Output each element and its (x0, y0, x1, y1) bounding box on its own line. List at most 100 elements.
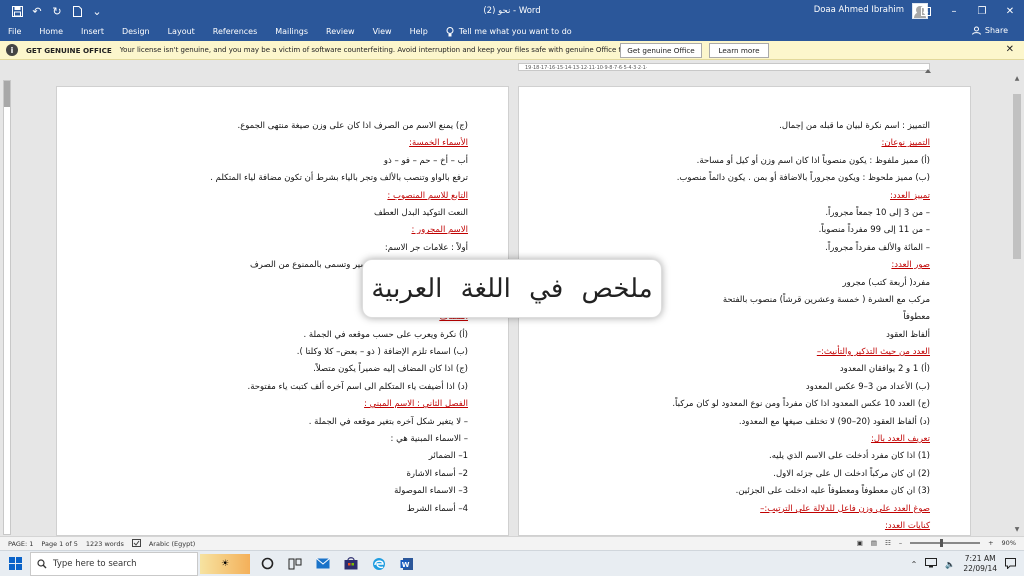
window-controls: – ❐ ✕ (912, 0, 1024, 22)
indent-marker[interactable] (925, 69, 931, 73)
tab-mailings[interactable]: Mailings (275, 27, 308, 36)
text-line: ألفاظ العقود (886, 329, 930, 340)
vertical-ruler[interactable] (3, 80, 11, 535)
section-heading: التابع للاسم المنصوب : (387, 190, 468, 201)
section-heading: تعريف العدد بال: (870, 434, 930, 445)
tab-review[interactable]: Review (326, 27, 355, 36)
vertical-scrollbar[interactable]: ▲ ▼ (1012, 74, 1022, 535)
tell-me-box[interactable]: Tell me what you want to do (446, 26, 572, 37)
redo-icon[interactable]: ↻ (48, 2, 66, 20)
notifications-icon[interactable] (1005, 557, 1016, 571)
section-heading: التمييز نوعان: (881, 138, 930, 149)
text-line: 3– الاسماء الموصولة (394, 486, 468, 497)
chevron-up-icon[interactable]: ⌃ (911, 560, 918, 569)
volume-icon[interactable]: 🔈 (945, 560, 955, 569)
license-warning-bar: i GET GENUINE OFFICE Your license isn't … (0, 41, 1024, 60)
close-license-icon[interactable]: ✕ (1006, 44, 1014, 55)
new-doc-icon[interactable] (68, 2, 86, 20)
text-line: (د) ألفاظ العقود (20–90) لا تختلف صيغها … (738, 416, 930, 427)
text-line: (د) اذا أضيفت ياء المتكلم الى اسم آخره أ… (247, 381, 468, 392)
clock[interactable]: 7:21 AM 22/09/14 (963, 554, 997, 574)
tab-design[interactable]: Design (122, 27, 150, 36)
share-label: Share (984, 26, 1008, 35)
scroll-down-icon[interactable]: ▼ (1012, 525, 1022, 535)
text-line: – لا يتغير شكل آخره بتغير موقعه في الجمل… (308, 416, 468, 427)
text-line: النعت التوكيد البدل العطف (373, 207, 468, 218)
tab-file[interactable]: File (8, 27, 21, 36)
license-message: Your license isn't genuine, and you may … (119, 46, 640, 54)
horizontal-ruler[interactable]: 19·18·17·16·15·14·13·12·11·10·9·8·7·6·5·… (0, 60, 1024, 74)
windows-taskbar: Type here to search ☀ W ⌃ 🔈 7:21 AM 22/0… (0, 550, 1024, 576)
status-page-of[interactable]: Page 1 of 5 (41, 540, 77, 548)
zoom-level[interactable]: 90% (1002, 539, 1016, 547)
svg-text:W: W (402, 560, 410, 568)
status-page[interactable]: PAGE: 1 (8, 540, 33, 548)
text-line: 2– أسماء الاشارة (406, 468, 468, 479)
save-icon[interactable] (8, 2, 26, 20)
ribbon-options-icon[interactable] (912, 0, 940, 22)
restore-icon[interactable]: ❐ (968, 0, 996, 22)
network-icon[interactable] (925, 558, 938, 570)
get-genuine-button[interactable]: Get genuine Office (620, 43, 702, 58)
task-view-icon[interactable] (286, 555, 304, 573)
word-app-icon[interactable]: W (398, 555, 416, 573)
undo-icon[interactable]: ↶ (28, 2, 46, 20)
search-highlight-icon[interactable]: ☀ (200, 553, 250, 574)
focus-icon[interactable]: ▣ (857, 539, 863, 547)
text-line: – المائة والألف مفرداً مجروراً. (825, 242, 930, 253)
tab-references[interactable]: References (213, 27, 257, 36)
section-heading: صوغ العدد على وزن فاعل للدلالة على الترت… (760, 503, 930, 514)
start-button[interactable] (0, 551, 30, 576)
tab-help[interactable]: Help (410, 27, 428, 36)
proofing-icon[interactable] (131, 538, 141, 549)
edge-icon[interactable] (370, 555, 388, 573)
text-line: (أ) نكرة ويعرب على حسب موقعه في الجملة . (303, 329, 468, 340)
tab-insert[interactable]: Insert (81, 27, 104, 36)
zoom-in-icon[interactable]: + (988, 539, 993, 547)
learn-more-button[interactable]: Learn more (709, 43, 769, 58)
info-icon: i (6, 44, 18, 56)
text-line: – الاسماء المبنية هي : (390, 434, 468, 445)
text-line: – من 3 إلى 10 جمعاً مجروراً. (825, 207, 930, 218)
quick-access-toolbar: ↶ ↻ ⌄ (0, 2, 106, 20)
status-language[interactable]: Arabic (Egypt) (149, 540, 196, 548)
section-heading: الفصل الثاني : الاسم المبني : (364, 399, 468, 410)
cortana-icon[interactable] (258, 555, 276, 573)
title-bar: ↶ ↻ ⌄ نحو (2) - Word Doaa Ahmed Ibrahim … (0, 0, 1024, 22)
text-line: 4– أسماء الشرط (406, 503, 468, 514)
text-line: ترفع بالواو وتنصب بالألف وتجر بالياء بشر… (210, 173, 468, 184)
zoom-slider[interactable] (910, 539, 981, 547)
text-line: (ب) الأعداد من 3–9 عكس المعدود (805, 381, 930, 392)
web-layout-icon[interactable]: ☷ (885, 539, 891, 547)
tab-view[interactable]: View (373, 27, 392, 36)
section-heading: الأسماء الخمسة: (409, 138, 468, 149)
clock-date: 22/09/14 (963, 564, 997, 573)
taskbar-search[interactable]: Type here to search (30, 551, 198, 576)
text-line: أب – أخ – حم – فو – ذو (383, 155, 468, 166)
text-line: (2) ان كان مركباً ادخلت ال على جزئه الاو… (773, 468, 930, 479)
zoom-out-icon[interactable]: – (899, 539, 902, 547)
license-title: GET GENUINE OFFICE (26, 45, 112, 55)
text-line: (3) ان كان معطوفاً ومعطوفاً عليه ادخلت ع… (735, 486, 930, 497)
store-icon[interactable] (342, 555, 360, 573)
clock-time: 7:21 AM (964, 554, 996, 563)
text-line: (ج) العدد 10 عكس المعدود اذا كان مفرداً … (672, 399, 930, 410)
tab-home[interactable]: Home (39, 27, 63, 36)
share-button[interactable]: Share (971, 26, 1008, 35)
text-line: أولاً : علامات جر الاسم: (384, 242, 468, 253)
status-word-count[interactable]: 1223 words (86, 540, 124, 548)
section-heading: كنايات العدد: (884, 520, 930, 531)
scroll-thumb[interactable] (1013, 94, 1021, 259)
user-name[interactable]: Doaa Ahmed Ibrahim (814, 5, 904, 15)
status-bar: PAGE: 1 Page 1 of 5 1223 words Arabic (E… (0, 536, 1024, 550)
print-layout-icon[interactable]: ▤ (871, 539, 877, 547)
text-line: (أ) 1 و 2 يوافقان المعدود (839, 364, 930, 375)
section-heading: العدد من حيث التذكير والتأنيث:– (816, 347, 930, 358)
scroll-up-icon[interactable]: ▲ (1012, 74, 1022, 84)
minimize-icon[interactable]: – (940, 0, 968, 22)
close-icon[interactable]: ✕ (996, 0, 1024, 22)
windows-logo-icon (8, 557, 22, 570)
customize-icon[interactable]: ⌄ (88, 2, 106, 20)
tab-layout[interactable]: Layout (168, 27, 195, 36)
mail-icon[interactable] (314, 555, 332, 573)
